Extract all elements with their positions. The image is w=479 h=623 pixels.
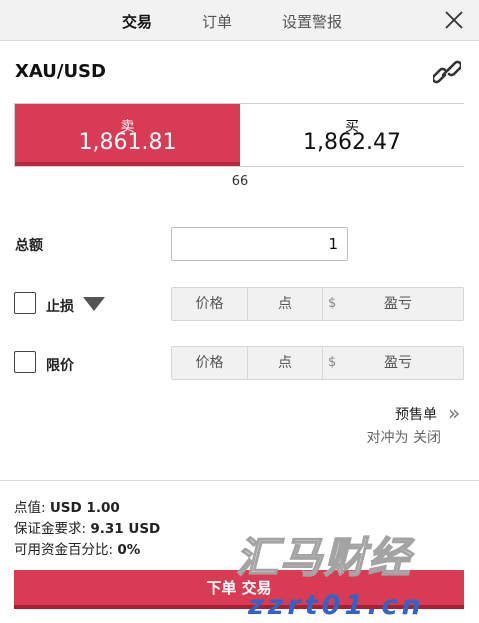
instrument-symbol: XAU/USD xyxy=(15,61,106,82)
margin-row: 保证金要求: 9.31 USD xyxy=(14,517,160,537)
stop-loss-label: 止损 xyxy=(46,299,74,315)
chevron-double-right-icon[interactable]: » xyxy=(448,401,460,425)
sell-button[interactable]: 卖 1,861.81 xyxy=(15,104,240,166)
stop-loss-price-input[interactable]: 价格 xyxy=(172,288,247,320)
available-funds-value: 0% xyxy=(117,542,141,558)
pip-value-label: 点值: xyxy=(14,500,50,516)
limit-label: 限价 xyxy=(46,358,74,374)
hedge-status: 对冲为 关闭 xyxy=(366,430,441,446)
margin-value: 9.31 USD xyxy=(90,521,161,537)
stop-loss-checkbox[interactable] xyxy=(14,292,36,314)
link-icon[interactable] xyxy=(433,59,461,85)
amount-label: 总额 xyxy=(15,238,43,254)
limit-points-input[interactable]: 点 xyxy=(248,347,322,379)
section-divider xyxy=(0,480,479,481)
stop-loss-points-input[interactable]: 点 xyxy=(248,288,322,320)
currency-symbol: $ xyxy=(328,296,337,311)
limit-fields: 价格 点 $ 盈亏 xyxy=(171,346,464,380)
spread-value: 66 xyxy=(231,174,249,189)
stop-loss-fields: 价格 点 $ 盈亏 xyxy=(171,287,464,321)
divider xyxy=(322,347,323,379)
currency-symbol: $ xyxy=(328,355,337,370)
margin-label: 保证金要求: xyxy=(14,521,91,537)
limit-checkbox[interactable] xyxy=(14,351,36,373)
stop-loss-pnl-input[interactable]: 盈亏 xyxy=(342,288,454,320)
buy-price: 1,862.47 xyxy=(303,130,401,155)
price-panel: 卖 1,861.81 买 1,862.47 xyxy=(14,103,464,167)
close-icon[interactable] xyxy=(443,9,465,31)
available-funds-row: 可用资金百分比: 0% xyxy=(14,538,140,558)
pip-value-row: 点值: USD 1.00 xyxy=(14,496,120,516)
limit-pnl-input[interactable]: 盈亏 xyxy=(342,347,454,379)
limit-price-input[interactable]: 价格 xyxy=(172,347,247,379)
pre-order-link[interactable]: 预售单 xyxy=(395,404,437,424)
tab-bar: 交易 订单 设置警报 xyxy=(0,0,479,41)
watermark-url: zzrt01.cn xyxy=(248,590,425,621)
tab-orders[interactable]: 订单 xyxy=(202,11,232,32)
tab-trade[interactable]: 交易 xyxy=(122,11,152,32)
available-funds-label: 可用资金百分比: xyxy=(14,542,118,558)
buy-button[interactable]: 买 1,862.47 xyxy=(240,104,464,166)
tab-set-alert[interactable]: 设置警报 xyxy=(282,11,342,32)
pip-value: USD 1.00 xyxy=(49,500,120,516)
watermark-text: 汇马财经 xyxy=(235,532,413,583)
sell-price: 1,861.81 xyxy=(78,130,177,155)
amount-input[interactable]: 1 xyxy=(171,227,348,261)
stop-loss-dropdown-icon[interactable] xyxy=(83,297,105,311)
divider xyxy=(322,288,323,320)
